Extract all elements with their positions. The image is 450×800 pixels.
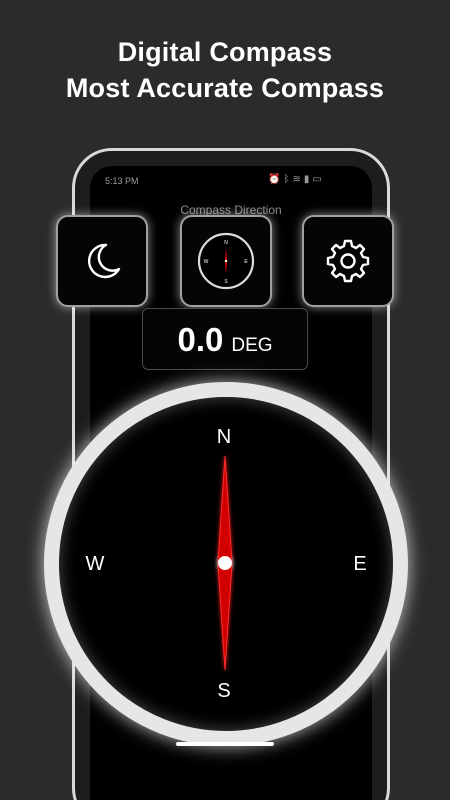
compass-needle	[217, 455, 233, 671]
needle-pivot	[218, 556, 232, 570]
home-indicator	[176, 742, 274, 746]
